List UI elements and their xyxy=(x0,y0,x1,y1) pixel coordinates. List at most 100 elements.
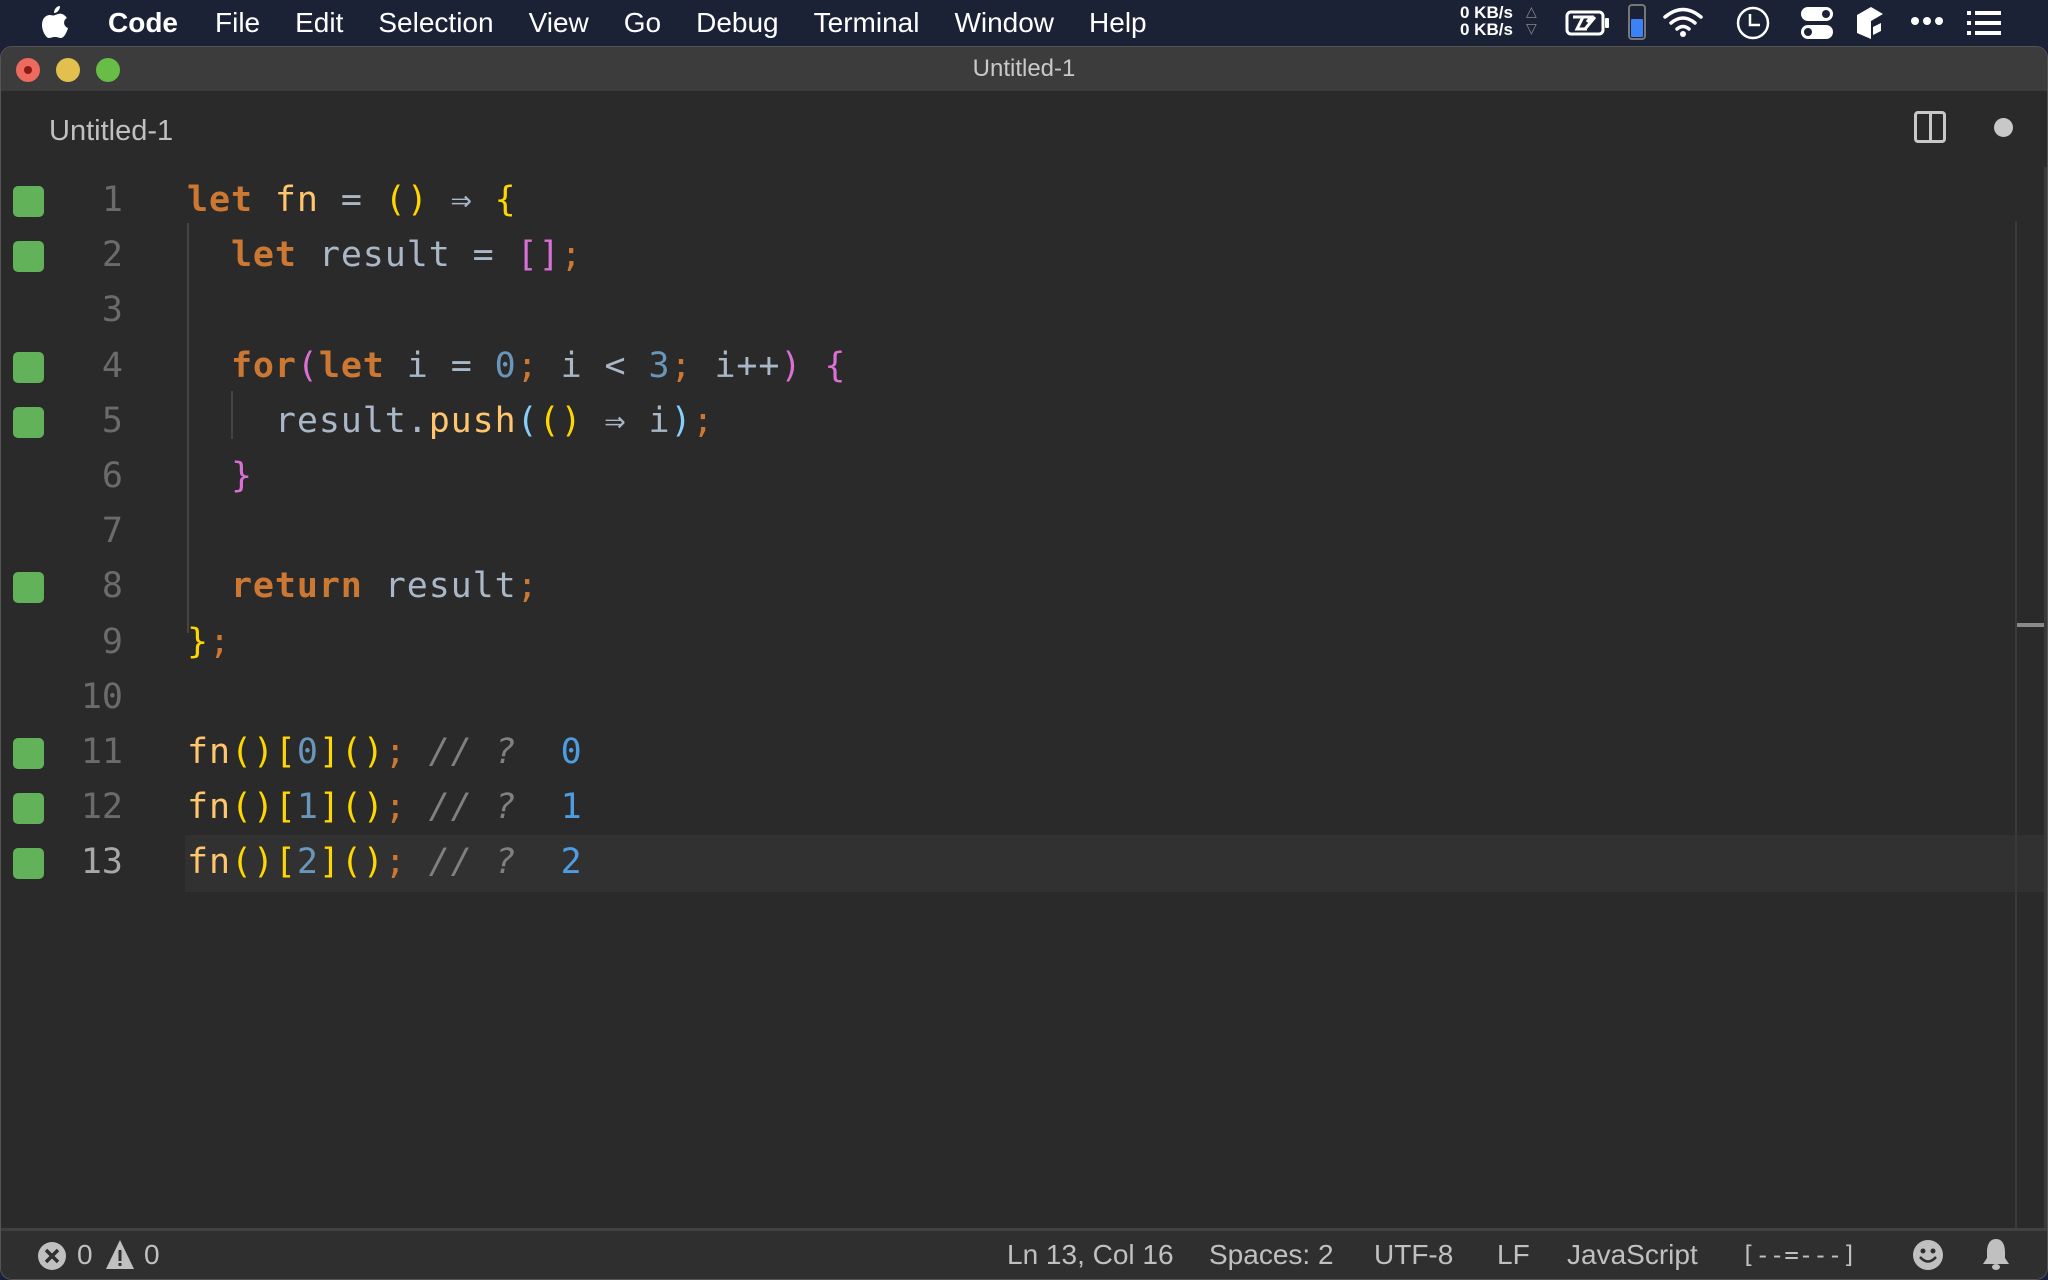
language-mode[interactable]: JavaScript xyxy=(1567,1231,1698,1279)
code-line[interactable]: 3 xyxy=(1,283,2047,338)
menu-selection[interactable]: Selection xyxy=(378,0,493,45)
code-line[interactable]: 9}; xyxy=(1,615,2047,670)
code-line[interactable]: 11 fn()[0](); // ? 0 xyxy=(1,725,2047,780)
network-arrows-icon: △ ▽ xyxy=(1526,3,1537,36)
code-token: ()[ xyxy=(230,732,297,772)
code-text[interactable]: }; xyxy=(187,615,231,670)
editor-tab-bar: Untitled-1 xyxy=(1,91,2047,167)
code-token: fn xyxy=(187,842,231,883)
errors-icon[interactable] xyxy=(37,1241,67,1271)
indent-guide xyxy=(187,223,189,633)
menu-app-code[interactable]: Code xyxy=(108,0,178,45)
code-token: push xyxy=(428,400,517,441)
code-text[interactable]: let fn = () ⇒ { xyxy=(187,173,517,228)
line-number: 13 xyxy=(80,842,123,883)
coverage-marker-icon[interactable] xyxy=(13,186,44,217)
line-ending[interactable]: LF xyxy=(1497,1231,1530,1279)
code-text[interactable]: fn()[1](); // ? 1 xyxy=(187,780,583,835)
line-number: 8 xyxy=(101,566,123,607)
battery-charging-icon[interactable] xyxy=(1565,10,1611,36)
code-token: i xyxy=(384,345,429,386)
error-count[interactable]: 0 xyxy=(77,1231,93,1279)
code-text[interactable]: } xyxy=(187,449,253,504)
box-app-icon[interactable] xyxy=(1855,5,1885,41)
code-token: ]() xyxy=(318,842,385,883)
more-icon[interactable] xyxy=(1910,14,1944,28)
wifi-icon[interactable] xyxy=(1662,6,1704,38)
code-line[interactable]: 2 let result = []; xyxy=(1,228,2047,283)
file-encoding[interactable]: UTF-8 xyxy=(1374,1231,1453,1279)
clock-icon[interactable] xyxy=(1735,5,1771,41)
code-line[interactable]: 8 return result; xyxy=(1,559,2047,614)
code-token: = xyxy=(450,235,517,276)
code-line[interactable]: 12 fn()[1](); // ? 1 xyxy=(1,780,2047,835)
code-token: 0 xyxy=(296,732,319,772)
code-text[interactable]: for(let i = 0; i < 3; i++) { xyxy=(187,339,846,394)
list-icon[interactable] xyxy=(1967,10,2003,36)
code-token: let xyxy=(230,235,297,276)
battery-level-icon[interactable] xyxy=(1628,4,1646,40)
line-number: 5 xyxy=(101,400,123,441)
code-token: i++ xyxy=(692,345,781,386)
code-token: // ? xyxy=(406,732,561,772)
cursor-position[interactable]: Ln 13, Col 16 xyxy=(1007,1231,1174,1279)
control-center-icon[interactable] xyxy=(1800,5,1834,41)
vertical-scrollbar[interactable] xyxy=(2044,167,2047,1231)
menu-terminal[interactable]: Terminal xyxy=(814,0,920,45)
warning-count[interactable]: 0 xyxy=(144,1231,160,1279)
coverage-marker-icon[interactable] xyxy=(13,351,44,383)
code-token: ]() xyxy=(318,787,385,828)
unsaved-changes-dot-icon[interactable] xyxy=(1994,118,2013,137)
warnings-icon[interactable] xyxy=(105,1239,135,1271)
line-number: 11 xyxy=(80,732,123,772)
code-line[interactable]: 7 xyxy=(1,504,2047,559)
menu-edit[interactable]: Edit xyxy=(295,0,343,45)
overview-ruler[interactable] xyxy=(2015,221,2017,1231)
code-token: ; xyxy=(516,345,539,386)
tab-untitled-1[interactable]: Untitled-1 xyxy=(49,111,173,151)
code-token: () xyxy=(384,180,429,220)
menu-window[interactable]: Window xyxy=(954,0,1054,45)
coverage-marker-icon[interactable] xyxy=(13,738,44,769)
coverage-marker-icon[interactable] xyxy=(13,793,44,825)
code-text[interactable]: let result = []; xyxy=(187,228,583,283)
line-number: 1 xyxy=(101,180,123,220)
code-line[interactable]: 13 fn()[2](); // ? 2 xyxy=(1,835,2047,893)
coverage-marker-icon[interactable] xyxy=(13,406,44,438)
title-bar[interactable]: Untitled-1 xyxy=(1,47,2047,91)
code-token: ; xyxy=(516,566,539,607)
code-token: ( xyxy=(516,400,539,441)
code-token: ; xyxy=(384,732,407,772)
menu-help[interactable]: Help xyxy=(1089,0,1147,45)
code-line[interactable]: 10 xyxy=(1,670,2047,725)
menu-file[interactable]: File xyxy=(215,0,260,45)
code-token: ; xyxy=(692,400,715,441)
menu-go[interactable]: Go xyxy=(624,0,661,45)
coverage-marker-icon[interactable] xyxy=(13,848,44,880)
code-line[interactable]: 5 result.push(() ⇒ i); xyxy=(1,394,2047,449)
code-line[interactable]: 1 let fn = () ⇒ { xyxy=(1,173,2047,228)
apple-menu-icon[interactable] xyxy=(40,4,70,40)
notifications-bell-icon[interactable] xyxy=(1981,1238,2011,1272)
coverage-marker-icon[interactable] xyxy=(13,572,44,604)
code-token: < xyxy=(582,345,649,386)
code-line[interactable]: 4 for(let i = 0; i < 3; i++) { xyxy=(1,339,2047,394)
code-line[interactable]: 6 } xyxy=(1,449,2047,504)
code-text[interactable]: fn()[0](); // ? 0 xyxy=(187,725,583,780)
code-text[interactable]: result.push(() ⇒ i); xyxy=(187,394,714,449)
menu-view[interactable]: View xyxy=(529,0,589,45)
code-editor[interactable]: 13 fn()[2](); // ? 2 12 fn()[1](); // ? 1 11… xyxy=(1,167,2047,1231)
coverage-marker-icon[interactable] xyxy=(13,241,44,273)
menu-debug[interactable]: Debug xyxy=(696,0,779,45)
code-token: ()[ xyxy=(230,842,297,883)
code-text[interactable]: fn()[2](); // ? 2 xyxy=(187,835,583,890)
code-token: ]() xyxy=(318,732,385,772)
split-editor-icon[interactable] xyxy=(1914,111,1946,143)
feedback-smiley-icon[interactable] xyxy=(1912,1239,1944,1271)
code-text[interactable]: return result; xyxy=(187,559,539,614)
progress-indicator[interactable]: [--=---] xyxy=(1741,1231,1857,1279)
indentation-setting[interactable]: Spaces: 2 xyxy=(1209,1231,1334,1279)
line-number: 4 xyxy=(101,345,123,386)
